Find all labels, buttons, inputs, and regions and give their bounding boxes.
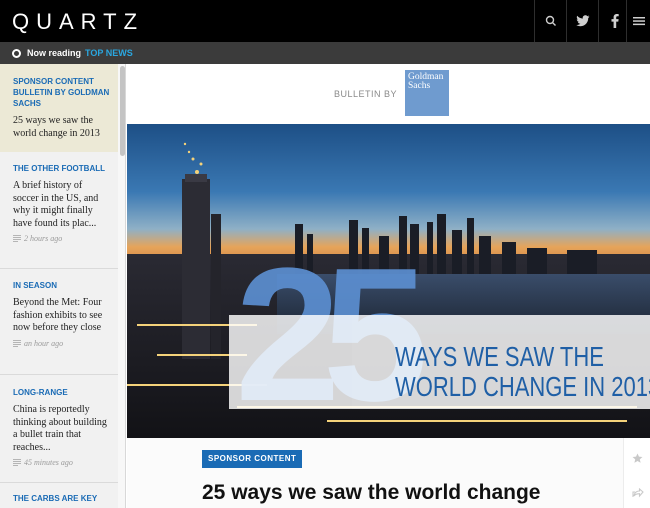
story-sidebar: SPONSOR CONTENT BULLETIN BY GOLDMAN SACH… [0,64,126,508]
lines-icon [13,459,21,466]
now-reading-ring-icon [12,48,21,58]
quartz-logo[interactable]: QUARTZ [12,9,144,35]
hero-line-1: WAYS WE SAW THE [395,342,604,373]
sidebar-item-carbs[interactable]: THE CARBS ARE KEY [0,493,118,504]
sidebar-item-kicker: THE CARBS ARE KEY [13,494,98,503]
share-icon[interactable] [624,478,650,508]
bulletin-header: BULLETIN BY Goldman Sachs [127,64,650,124]
sidebar-item-time-text: an hour ago [24,338,64,348]
now-reading-topic[interactable]: TOP NEWS [85,48,133,58]
city-skyline-image: 25 WAYS WE SAW THE WORLD CHANGE IN 2013 [127,124,650,438]
sidebar-item-time: 2 hours ago [13,234,110,243]
lines-icon [13,339,21,347]
sidebar-item-sponsor[interactable]: SPONSOR CONTENT BULLETIN BY GOLDMAN SACH… [0,64,118,152]
now-reading-label: Now reading [27,48,82,58]
sidebar-scrollbar-thumb[interactable] [120,66,125,156]
sidebar-divider [0,482,118,483]
sponsor-content-badge[interactable]: SPONSOR CONTENT [202,450,303,468]
sidebar-item-in-season[interactable]: IN SEASON Beyond the Met: Four fashion e… [0,280,118,348]
sidebar-item-long-range[interactable]: LONG-RANGE China is reportedly thinking … [0,387,118,467]
article-headline: 25 ways we saw the world change [202,481,541,504]
sidebar-item-title: 25 ways we saw the world change in 2013 [13,115,100,139]
sidebar-item-time: 45 minutes ago [13,458,110,467]
main-content: BULLETIN BY Goldman Sachs WAYS WE SAW TH… [127,64,650,508]
sidebar-item-time-text: 45 minutes ago [24,458,73,467]
hero-line-2: WORLD CHANGE IN 2013 [395,372,650,403]
sidebar-item-kicker: SPONSOR CONTENT BULLETIN BY GOLDMAN SACH… [13,77,110,108]
sidebar-item-kicker: THE OTHER FOOTBALL [13,164,105,173]
bulletin-by-label: BULLETIN BY [334,89,398,99]
top-navigation-bar: QUARTZ [0,0,650,42]
twitter-icon[interactable] [566,0,598,42]
sidebar-item-kicker: IN SEASON [13,281,58,290]
sidebar-item-time: an hour ago [13,339,110,348]
search-icon[interactable] [534,0,566,42]
sidebar-item-title: Beyond the Met: Four fashion exhibits to… [13,297,103,333]
sidebar-item-time-text: 2 hours ago [24,234,63,243]
sidebar-divider [0,268,118,269]
goldman-sachs-logo[interactable]: Goldman Sachs [405,70,449,116]
sidebar-item-kicker: LONG-RANGE [13,388,68,397]
lines-icon [13,235,21,242]
sidebar-item-title: China is reportedly thinking about build… [13,404,107,453]
menu-icon[interactable] [626,0,650,42]
article-header: SPONSOR CONTENT 25 ways we saw the world… [127,438,623,508]
article-action-rail [623,438,650,508]
star-icon[interactable] [624,443,650,473]
sidebar-item-title: A brief history of soccer in the US, and… [13,180,99,229]
now-reading-bar: Now reading TOP NEWS [0,42,650,64]
sidebar-item-other-football[interactable]: THE OTHER FOOTBALL A brief history of so… [0,163,118,243]
sidebar-divider [0,374,118,375]
hero-image[interactable]: 25 WAYS WE SAW THE WORLD CHANGE IN 2013 [127,124,650,438]
